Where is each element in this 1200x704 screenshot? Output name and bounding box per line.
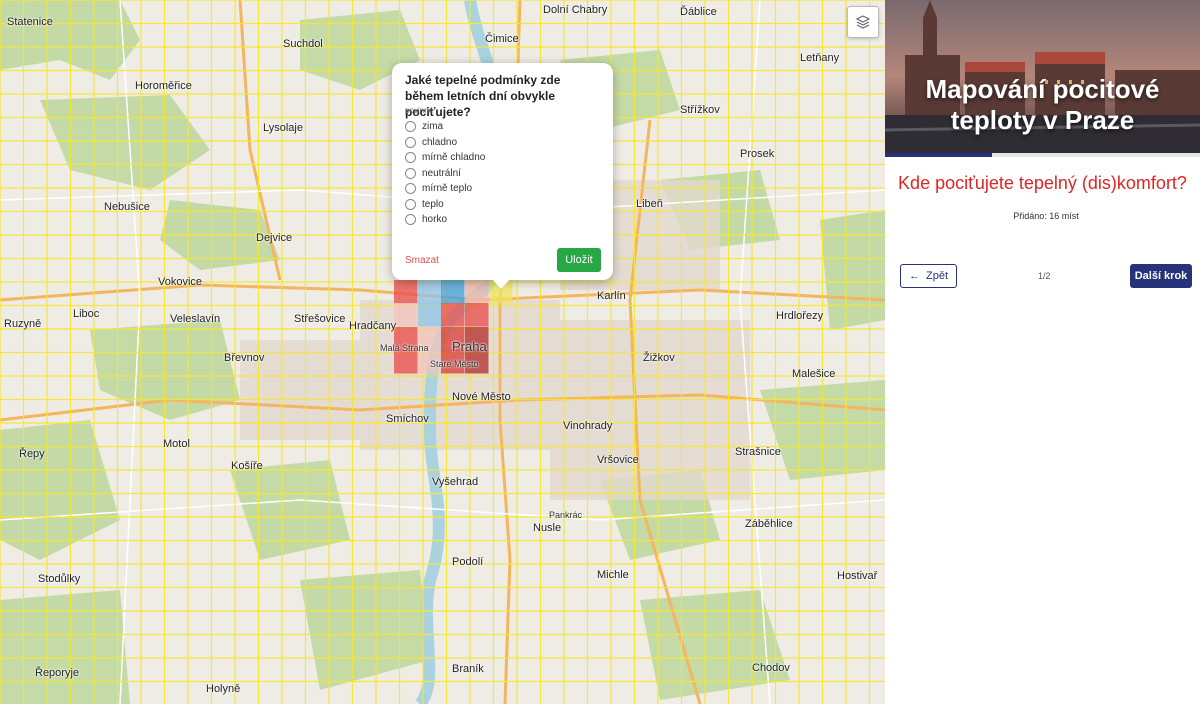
map-place-label: Hradčany (349, 320, 397, 332)
map-place-label: Vokovice (158, 276, 203, 288)
option-label: neutrální (422, 167, 461, 179)
popup-question: Jaké tepelné podmínky zde během letních … (405, 73, 561, 119)
option-teplo[interactable]: teplo (405, 197, 485, 213)
map-place-label: Braník (452, 663, 484, 675)
map-place-label: Vinohrady (563, 420, 613, 432)
required-label: povinné (405, 106, 434, 115)
radio-button[interactable] (405, 152, 416, 164)
option-chladno[interactable]: chladno (405, 135, 485, 151)
radio-button[interactable] (405, 167, 416, 179)
hero-title: Mapování pocitové teploty v Praze (925, 74, 1160, 135)
map-place-label: Malá Strana (380, 343, 429, 353)
map-place-label: Ďáblice (680, 6, 717, 18)
map-place-label: Libeň (636, 198, 663, 210)
rated-grid-cell[interactable] (394, 303, 418, 327)
option-label: chladno (422, 136, 458, 148)
map-place-label: Podolí (452, 556, 484, 568)
rated-grid-cell[interactable] (394, 280, 418, 304)
map-place-label: Smíchov (386, 413, 429, 425)
option-label: mírně teplo (422, 183, 473, 195)
layers-control-button[interactable] (847, 6, 879, 38)
map-place-label: Horoměřice (135, 80, 192, 92)
radio-button[interactable] (405, 198, 416, 210)
layers-icon (855, 15, 871, 29)
map-place-label: Prosek (740, 148, 775, 160)
rated-grid-cell[interactable] (418, 303, 442, 327)
map-place-label: Liboc (73, 308, 100, 320)
map-place-label: Ruzyně (4, 318, 42, 330)
rated-grid-cell[interactable] (465, 303, 489, 327)
map-place-label: Strašnice (735, 446, 781, 458)
added-count: Přidáno: 16 míst (1013, 211, 1079, 221)
survey-popup: Jaké tepelné podmínky zde během letních … (392, 63, 613, 289)
progress-bar (885, 153, 1200, 157)
radio-button[interactable] (405, 183, 416, 195)
radio-button[interactable] (405, 214, 416, 226)
option-neutralni[interactable]: neutrální (405, 166, 485, 182)
radio-button[interactable] (405, 121, 416, 133)
map-place-label: Suchdol (283, 38, 323, 50)
map[interactable]: Statenice Suchdol Horoměřice Lysolaje Nebuši… (0, 0, 885, 704)
option-label: horko (422, 214, 448, 226)
map-place-label: Řepy (19, 448, 45, 460)
option-label: mírně chladno (422, 152, 486, 164)
map-place-label: Hostivař (837, 570, 878, 582)
map-place-label: Stodůlky (38, 573, 81, 585)
map-place-label: Statenice (7, 16, 53, 28)
option-horko[interactable]: horko (405, 212, 485, 228)
rated-grid-cell[interactable] (394, 350, 418, 374)
map-place-label: Nebušice (104, 201, 150, 213)
progress-fill (885, 153, 993, 157)
map-place-label: Čimice (485, 33, 519, 45)
map-place-label: Vršovice (597, 454, 639, 466)
map-place-label: Břevnov (224, 352, 265, 364)
rated-grid-cell[interactable] (465, 280, 489, 304)
rated-grid-cell[interactable] (441, 280, 465, 304)
arrow-left-icon: ← (908, 270, 920, 282)
map-place-label: Staré Město (430, 359, 479, 369)
map-place-label: Dolní Chabry (543, 4, 608, 16)
map-place-label: Dejvice (256, 232, 293, 244)
map-place-label: Nové Město (452, 391, 511, 403)
map-place-label: Střížkov (680, 104, 720, 116)
hero-banner: Mapování pocitové teploty v Praze (885, 0, 1200, 153)
map-place-label: Michle (597, 569, 629, 581)
option-mirne-chladno[interactable]: mírně chladno (405, 150, 485, 166)
map-place-label: Holyně (206, 683, 241, 695)
next-step-button[interactable]: Další krok (1130, 264, 1192, 288)
option-zima[interactable]: zima (405, 119, 485, 135)
map-place-label: Záběhlice (745, 518, 793, 530)
map-place-label: Vyšehrad (432, 476, 479, 488)
map-place-label: Pankrác (549, 510, 583, 520)
map-place-label: Malešice (792, 368, 836, 380)
radio-options: zima chladno mírně chladno neutrální mír… (405, 119, 485, 228)
map-place-label: Košíře (231, 460, 263, 472)
back-label: Zpět (925, 270, 948, 282)
back-button[interactable]: ← Zpět (900, 264, 957, 288)
step-indicator: 1/2 (1038, 271, 1051, 281)
map-place-label: Letňany (800, 52, 840, 64)
delete-link[interactable]: Smazat (405, 255, 439, 266)
option-label: zima (422, 121, 444, 133)
map-place-label: Motol (163, 438, 190, 450)
map-place-label: Hrdlořezy (776, 310, 824, 322)
option-mirne-teplo[interactable]: mírně teplo (405, 181, 485, 197)
side-panel: Mapování pocitové teploty v Praze Kde po… (885, 0, 1200, 704)
rated-grid-cell[interactable] (418, 280, 442, 304)
step-heading: Kde pociťujete tepelný (dis)komfort? (898, 173, 1187, 193)
map-place-label: Praha (452, 339, 487, 354)
map-place-label: Nusle (533, 522, 562, 534)
map-place-label: Střešovice (294, 313, 346, 325)
map-place-label: Karlín (597, 290, 626, 302)
map-place-label: Žižkov (643, 352, 675, 364)
map-place-label: Lysolaje (263, 122, 303, 134)
save-button[interactable]: Uložit (557, 248, 601, 272)
radio-button[interactable] (405, 136, 416, 148)
option-label: teplo (422, 198, 444, 210)
rated-grid-cell[interactable] (441, 303, 465, 327)
map-place-label: Řeporyje (35, 667, 80, 679)
map-place-label: Chodov (752, 662, 790, 674)
map-place-label: Veleslavín (170, 313, 221, 325)
